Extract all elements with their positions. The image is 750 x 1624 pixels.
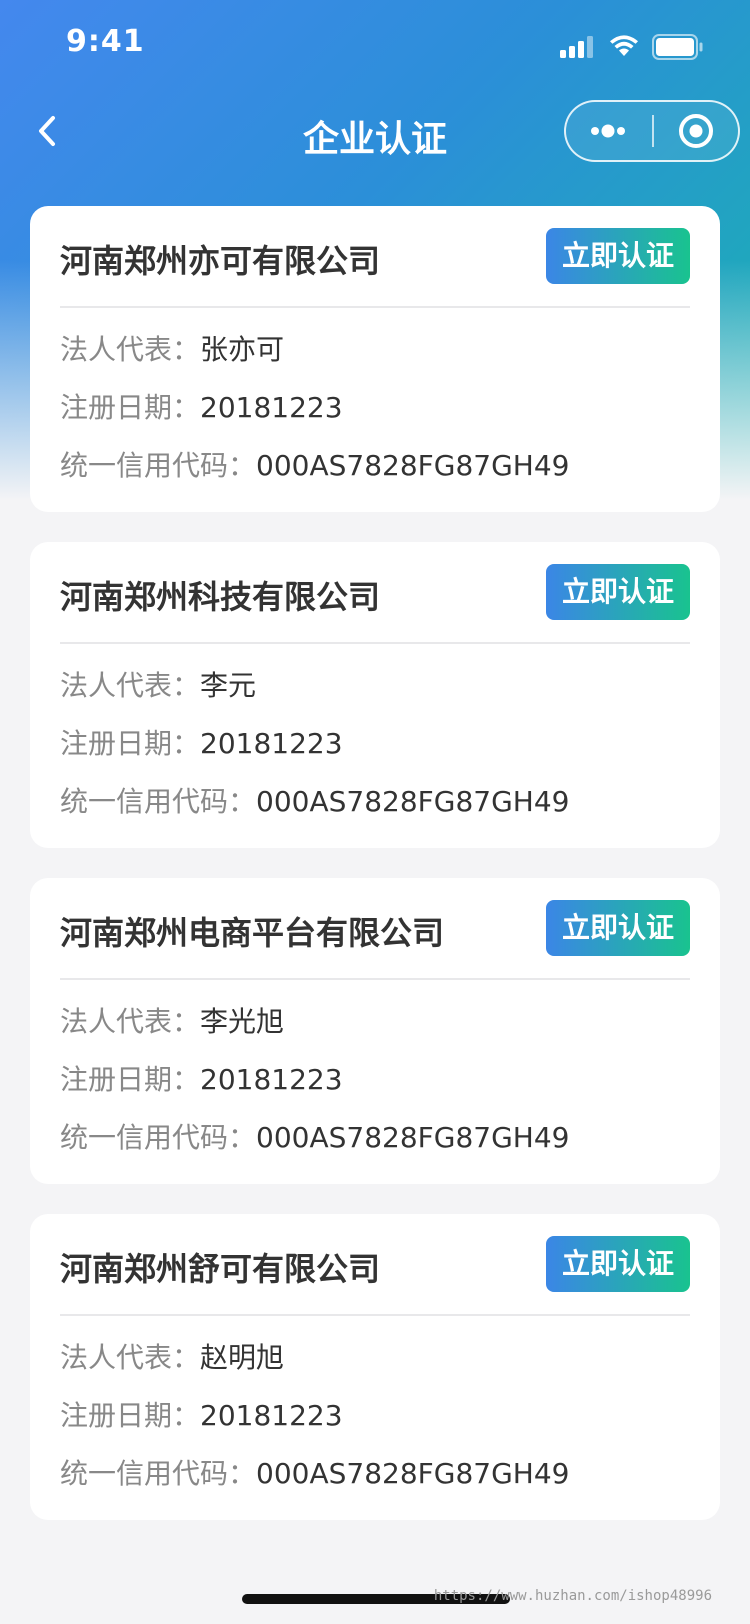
reg-date-value: 20181223 — [200, 727, 343, 760]
reg-date-row: 注册日期：20181223 — [60, 1396, 343, 1436]
company-name: 河南郑州科技有限公司 — [60, 578, 381, 616]
verify-now-button[interactable]: 立即认证 — [546, 900, 690, 956]
reg-date-value: 20181223 — [200, 1063, 343, 1096]
capsule-close-button[interactable] — [654, 102, 738, 160]
card-divider — [60, 978, 690, 980]
legal-rep-label: 法人代表： — [60, 669, 201, 702]
battery-icon — [652, 34, 703, 60]
status-time: 9:41 — [66, 24, 145, 59]
legal-rep-value: 李元 — [200, 669, 257, 702]
company-card: 河南郑州电商平台有限公司 立即认证 法人代表：李光旭 注册日期：20181223… — [30, 878, 720, 1184]
company-card-list: 河南郑州亦可有限公司 立即认证 法人代表：张亦可 注册日期：20181223 统… — [30, 206, 720, 1550]
legal-rep-label: 法人代表： — [60, 333, 201, 366]
reg-date-row: 注册日期：20181223 — [60, 724, 343, 764]
legal-rep-label: 法人代表： — [60, 1005, 201, 1038]
reg-date-row: 注册日期：20181223 — [60, 388, 343, 428]
nav-bar: 企业认证 — [0, 92, 750, 172]
legal-rep-value: 张亦可 — [200, 333, 285, 366]
wifi-icon — [610, 35, 638, 56]
credit-code-label: 统一信用代码： — [60, 785, 257, 818]
legal-rep-row: 法人代表：李元 — [60, 666, 256, 706]
company-name: 河南郑州电商平台有限公司 — [60, 914, 445, 952]
company-card: 河南郑州亦可有限公司 立即认证 法人代表：张亦可 注册日期：20181223 统… — [30, 206, 720, 512]
credit-code-row: 统一信用代码：000AS7828FG87GH49 — [60, 782, 569, 822]
credit-code-value: 000AS7828FG87GH49 — [256, 785, 570, 818]
credit-code-value: 000AS7828FG87GH49 — [256, 1121, 570, 1154]
close-circle-icon — [679, 114, 713, 148]
status-icons — [560, 32, 720, 60]
legal-rep-value: 赵明旭 — [200, 1341, 285, 1374]
verify-now-button[interactable]: 立即认证 — [546, 228, 690, 284]
reg-date-value: 20181223 — [200, 1399, 343, 1432]
watermark: https://www.huzhan.com/ishop48996 — [433, 1588, 712, 1604]
legal-rep-row: 法人代表：张亦可 — [60, 330, 284, 370]
reg-date-label: 注册日期： — [60, 727, 201, 760]
status-bar: 9:41 — [0, 0, 750, 88]
company-card: 河南郑州舒可有限公司 立即认证 法人代表：赵明旭 注册日期：20181223 统… — [30, 1214, 720, 1520]
legal-rep-row: 法人代表：赵明旭 — [60, 1338, 284, 1378]
reg-date-value: 20181223 — [200, 391, 343, 424]
credit-code-row: 统一信用代码：000AS7828FG87GH49 — [60, 1118, 569, 1158]
signal-icon — [560, 36, 593, 58]
legal-rep-row: 法人代表：李光旭 — [60, 1002, 284, 1042]
verify-now-button[interactable]: 立即认证 — [546, 1236, 690, 1292]
legal-rep-label: 法人代表： — [60, 1341, 201, 1374]
credit-code-row: 统一信用代码：000AS7828FG87GH49 — [60, 1454, 569, 1494]
capsule-more-button[interactable] — [566, 102, 652, 160]
reg-date-label: 注册日期： — [60, 391, 201, 424]
credit-code-label: 统一信用代码： — [60, 1121, 257, 1154]
reg-date-label: 注册日期： — [60, 1063, 201, 1096]
card-divider — [60, 642, 690, 644]
card-divider — [60, 1314, 690, 1316]
company-name: 河南郑州亦可有限公司 — [60, 242, 381, 280]
credit-code-value: 000AS7828FG87GH49 — [256, 449, 570, 482]
reg-date-label: 注册日期： — [60, 1399, 201, 1432]
company-name: 河南郑州舒可有限公司 — [60, 1250, 381, 1288]
back-button[interactable] — [26, 104, 76, 158]
company-card: 河南郑州科技有限公司 立即认证 法人代表：李元 注册日期：20181223 统一… — [30, 542, 720, 848]
chevron-left-icon — [39, 116, 55, 146]
card-divider — [60, 306, 690, 308]
verify-now-button[interactable]: 立即认证 — [546, 564, 690, 620]
reg-date-row: 注册日期：20181223 — [60, 1060, 343, 1100]
legal-rep-value: 李光旭 — [200, 1005, 285, 1038]
credit-code-value: 000AS7828FG87GH49 — [256, 1457, 570, 1490]
mini-program-capsule — [564, 100, 740, 162]
credit-code-label: 统一信用代码： — [60, 449, 257, 482]
credit-code-label: 统一信用代码： — [60, 1457, 257, 1490]
credit-code-row: 统一信用代码：000AS7828FG87GH49 — [60, 446, 569, 486]
more-dots-icon — [591, 124, 625, 138]
